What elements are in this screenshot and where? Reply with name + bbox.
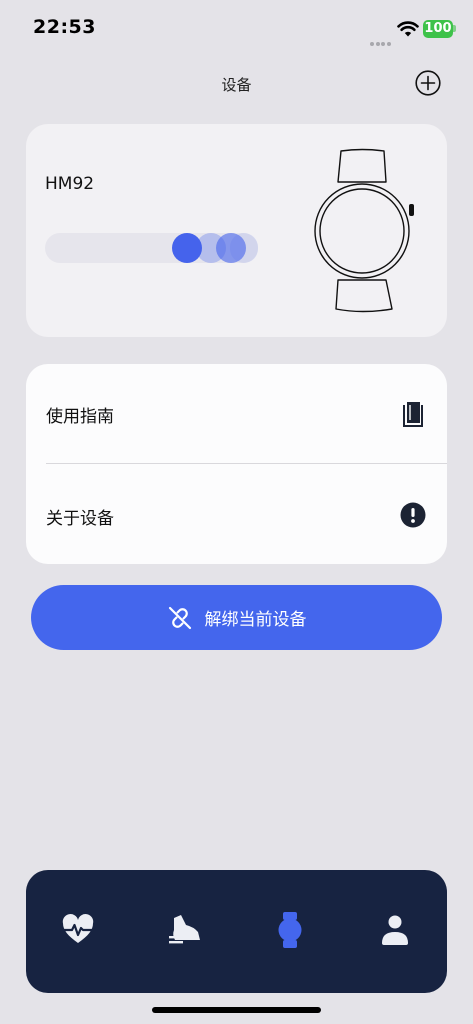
user-icon[interactable] xyxy=(377,910,413,950)
shoe-icon[interactable] xyxy=(166,910,202,950)
menu-divider xyxy=(46,463,447,464)
watch-icon[interactable] xyxy=(272,910,308,950)
watch-illustration xyxy=(314,148,414,313)
info-icon[interactable] xyxy=(400,502,426,528)
battery-indicator: 100 xyxy=(423,20,453,38)
signal-dots-icon xyxy=(370,31,394,46)
connection-indicator-dot xyxy=(216,233,246,263)
connection-indicator-dot xyxy=(172,233,202,263)
battery-tip xyxy=(453,25,456,32)
wifi-icon xyxy=(397,21,419,37)
unlink-icon xyxy=(168,606,191,629)
heart-pulse-icon[interactable] xyxy=(60,910,96,950)
page-title: 设备 xyxy=(221,76,252,94)
book-icon[interactable] xyxy=(401,400,425,428)
unbind-device-button[interactable]: 解绑当前设备 xyxy=(31,585,442,650)
device-model-name: HM92 xyxy=(45,174,95,194)
home-indicator xyxy=(152,1007,321,1013)
menu-item-about[interactable]: 关于设备 xyxy=(46,504,114,529)
unbind-button-label: 解绑当前设备 xyxy=(204,610,307,630)
menu-item-guide[interactable]: 使用指南 xyxy=(46,402,114,427)
status-time: 22:53 xyxy=(33,16,96,38)
settings-menu xyxy=(26,364,447,564)
add-device-button[interactable] xyxy=(415,70,441,96)
